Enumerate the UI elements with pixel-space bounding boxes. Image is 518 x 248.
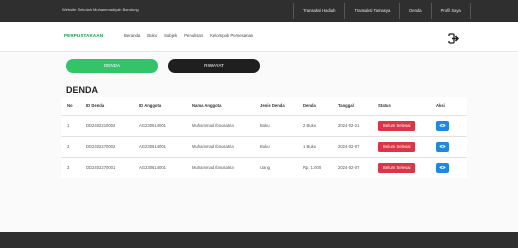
main-navbar: PERPUSTAKAAN Beranda Buku Subjek Penulis… (0, 22, 518, 52)
cell-aksi (430, 156, 467, 178)
cell-nama: Muhammad Ibnusatria (186, 156, 254, 178)
cell-aksi (430, 135, 467, 157)
table-header-row: No ID Denda ID Anggota Nama Anggota Jeni… (61, 97, 467, 115)
col-header-no: No (67, 103, 73, 109)
nav-menu: Beranda Buku Subjek Penulisan Kelompok P… (124, 33, 253, 38)
col-header-tanggal: Tanggal (338, 103, 354, 109)
view-button[interactable] (436, 120, 449, 131)
col-header-status: Status (378, 103, 391, 109)
cell-id-anggota: AG230614001 (133, 135, 186, 157)
table-row: 3 DD2402270001 AG230614001 Muhammad Ibnu… (61, 156, 467, 178)
top-link-profil[interactable]: Profil Saya (430, 3, 471, 19)
cell-id-anggota: AG230614001 (133, 114, 186, 136)
denda-table: No ID Denda ID Anggota Nama Anggota Jeni… (61, 97, 467, 178)
cell-nama: Muhammad Ibnusatria (186, 135, 254, 157)
status-badge: Belum Selesai (378, 162, 416, 173)
col-header-id-denda: ID Denda (86, 103, 105, 109)
cell-tanggal: 2024-02-21 (332, 114, 372, 136)
cell-aksi (430, 114, 467, 136)
tab-riwayat[interactable]: RIWAYAT (168, 59, 260, 73)
cell-nama: Muhammad Ibnusatria (186, 114, 254, 136)
col-header-aksi: Aksi (436, 103, 445, 109)
view-button[interactable] (436, 141, 449, 152)
footer (0, 232, 518, 248)
col-header-nama: Nama Anggota (192, 103, 222, 109)
cell-tanggal: 2024-02-07 (332, 135, 372, 157)
cell-id-anggota: AG230614001 (133, 156, 186, 178)
status-badge: Belum Selesai (378, 141, 416, 152)
brand-logo[interactable]: PERPUSTAKAAN (64, 33, 103, 38)
top-link-transaksi-hadiah[interactable]: Transaksi Hadiah (293, 3, 344, 19)
site-title: Website Sekolah Muhammadiyah Bandung (62, 7, 139, 12)
top-link-denda[interactable]: Denda (399, 3, 430, 19)
cell-denda: Rp. 1.000 (297, 156, 332, 178)
nav-item-kelompok[interactable]: Kelompok Pemesanan (210, 33, 253, 38)
eye-icon (439, 166, 446, 170)
status-badge: Belum Selesai (378, 120, 416, 131)
cell-no: 2 (61, 135, 80, 157)
table-row: 1 DD2402210002 AG230614001 Muhammad Ibnu… (61, 114, 467, 136)
cell-no: 3 (61, 156, 80, 178)
cell-status: Belum Selesai (372, 135, 430, 157)
cell-id-denda: DD2402270002 (80, 135, 133, 157)
cell-no: 1 (61, 114, 80, 136)
cell-id-denda: DD2402210002 (80, 114, 133, 136)
eye-icon (439, 144, 446, 149)
cell-jenis: Buku (254, 135, 297, 157)
nav-item-penulisan[interactable]: Penulisan (184, 33, 203, 38)
table-row: 2 DD2402270002 AG230614001 Muhammad Ibnu… (61, 135, 467, 157)
tab-denda[interactable]: DENDA (66, 59, 158, 73)
col-header-id-anggota: ID Anggota (139, 103, 162, 109)
logout-icon[interactable] (448, 31, 460, 44)
cell-denda: 1 Buku (297, 135, 332, 157)
nav-item-beranda[interactable]: Beranda (124, 33, 140, 38)
cell-denda: 2 Buku (297, 114, 332, 136)
cell-status: Belum Selesai (372, 114, 430, 136)
col-header-denda: Denda (303, 103, 316, 109)
cell-status: Belum Selesai (372, 156, 430, 178)
view-button[interactable] (436, 162, 449, 173)
cell-jenis: Uang (254, 156, 297, 178)
eye-icon (439, 123, 446, 128)
nav-item-subjek[interactable]: Subjek (164, 33, 177, 38)
cell-jenis: Buku (254, 114, 297, 136)
top-bar: Website Sekolah Muhammadiyah Bandung Tra… (0, 0, 518, 22)
top-links: Transaksi Hadiah Transaksi Tamasya Denda… (293, 3, 471, 19)
page-title: DENDA (66, 85, 99, 95)
col-header-jenis: Jenis Denda (260, 103, 285, 109)
top-link-transaksi-tamasya[interactable]: Transaksi Tamasya (344, 3, 399, 19)
cell-tanggal: 2024-02-07 (332, 156, 372, 178)
cell-id-denda: DD2402270001 (80, 156, 133, 178)
nav-item-buku[interactable]: Buku (147, 33, 157, 38)
